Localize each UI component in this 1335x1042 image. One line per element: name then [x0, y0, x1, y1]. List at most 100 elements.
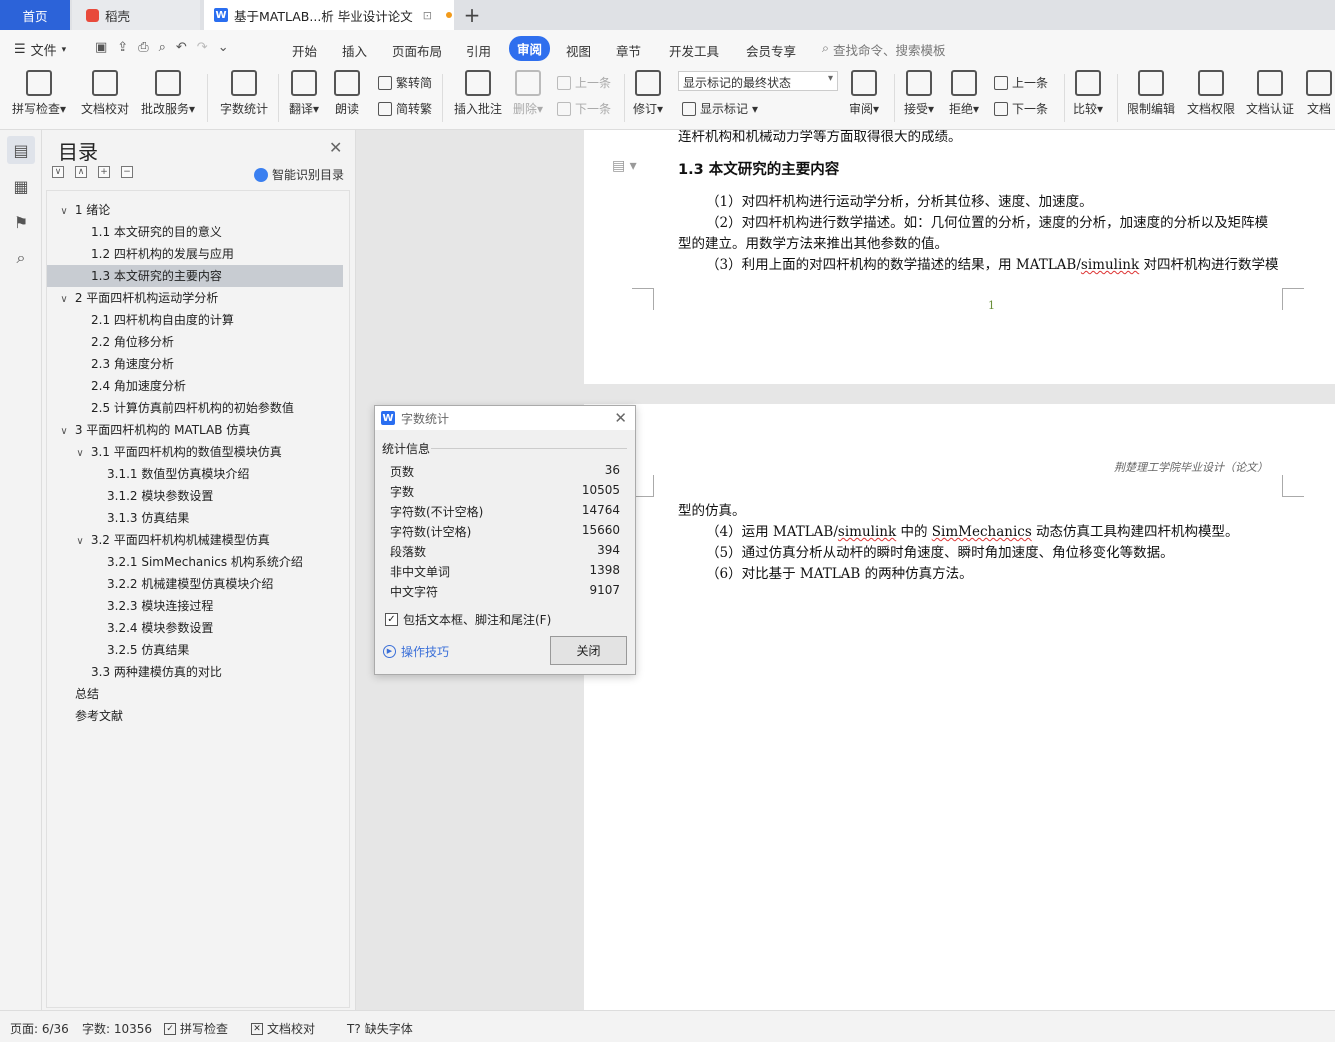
- next-change-button[interactable]: 下一条: [994, 100, 1048, 117]
- menu-chapter[interactable]: 章节: [616, 41, 641, 60]
- doc-permission-button[interactable]: 文档权限: [1187, 70, 1235, 117]
- spell-check-button[interactable]: 拼写检查▾: [12, 70, 66, 117]
- toc-item[interactable]: 3.2.3 模块连接过程: [47, 595, 343, 617]
- show-marks-button[interactable]: 显示标记 ▾: [682, 100, 758, 117]
- doc-cert-button[interactable]: 文档认证: [1246, 70, 1294, 117]
- paragraph-menu-icon[interactable]: ▤ ▾: [612, 158, 637, 174]
- chevron-down-icon[interactable]: ∨: [73, 531, 87, 553]
- prev-comment-button[interactable]: 上一条: [557, 74, 611, 91]
- toc-item[interactable]: ∨ 1 绪论: [47, 199, 343, 221]
- save-icon[interactable]: ▣: [95, 40, 107, 55]
- to-traditional-button[interactable]: 繁转简: [378, 74, 432, 91]
- to-simplified-button[interactable]: 简转繁: [378, 100, 432, 117]
- export-icon[interactable]: ⇪: [117, 40, 128, 55]
- close-button[interactable]: 关闭: [550, 636, 627, 665]
- toc-item[interactable]: 2.5 计算仿真前四杆机构的初始参数值: [47, 397, 343, 419]
- toc-item[interactable]: ∨ 3.2 平面四杆机构机械建模型仿真: [47, 529, 343, 551]
- tab-daoke[interactable]: 稻壳: [72, 0, 200, 30]
- toc-item[interactable]: 3.2.1 SimMechanics 机构系统介绍: [47, 551, 343, 573]
- menu-insert[interactable]: 插入: [342, 41, 367, 60]
- batch-service-button[interactable]: 批改服务▾: [141, 70, 195, 117]
- toc-item[interactable]: 2.2 角位移分析: [47, 331, 343, 353]
- word-count-button[interactable]: 字数统计: [220, 70, 268, 117]
- translate-button[interactable]: 翻译▾: [289, 70, 319, 117]
- tab-home[interactable]: 首页: [0, 0, 70, 30]
- document-page[interactable]: 连杆机构和机械动力学等方面取得很大的成绩。 1.3 本文研究的主要内容 （1）对…: [584, 130, 1335, 384]
- toc-item[interactable]: 3.1.3 仿真结果: [47, 507, 343, 529]
- reject-button[interactable]: 拒绝▾: [949, 70, 979, 117]
- command-search[interactable]: ⌕ 查找命令、搜索模板: [822, 40, 946, 59]
- toc-item[interactable]: 3.1.2 模块参数设置: [47, 485, 343, 507]
- more-icon[interactable]: ⌄: [218, 40, 229, 55]
- print-icon[interactable]: ⎙: [138, 40, 148, 55]
- tips-link[interactable]: ▶ 操作技巧: [383, 643, 449, 660]
- toc-item[interactable]: ∨ 3.1 平面四杆机构的数值型模块仿真: [47, 441, 343, 463]
- accept-button[interactable]: 接受▾: [904, 70, 934, 117]
- menu-start[interactable]: 开始: [292, 41, 317, 60]
- include-notes-checkbox[interactable]: ✓ 包括文本框、脚注和尾注(F): [385, 611, 551, 628]
- toc-item[interactable]: 3.3 两种建模仿真的对比: [47, 661, 343, 683]
- close-icon[interactable]: ✕: [329, 138, 342, 157]
- delete-comment-button[interactable]: 删除▾: [513, 70, 543, 117]
- tab-document[interactable]: W 基于MATLAB...析 毕业设计论文 ⊡: [204, 0, 454, 30]
- compare-button[interactable]: 比较▾: [1073, 70, 1103, 117]
- next-comment-button[interactable]: 下一条: [557, 100, 611, 117]
- close-icon[interactable]: ✕: [614, 409, 627, 427]
- chevron-down-icon[interactable]: ∨: [57, 201, 71, 223]
- search-icon[interactable]: ⌕: [7, 244, 35, 272]
- menu-review[interactable]: 审阅: [509, 36, 551, 61]
- toc-item[interactable]: 3.1.1 数值型仿真模块介绍: [47, 463, 343, 485]
- menu-developer[interactable]: 开发工具: [669, 41, 719, 60]
- toc-item[interactable]: 2.4 角加速度分析: [47, 375, 343, 397]
- document-page[interactable]: 荆楚理工学院毕业设计（论文） 型的仿真。 （4）运用 MATLAB/simuli…: [584, 404, 1335, 1010]
- status-doc-proof[interactable]: ✕ 文档校对: [251, 1020, 315, 1037]
- menu-member[interactable]: 会员专享: [746, 41, 796, 60]
- redo-icon[interactable]: ↷: [197, 40, 208, 55]
- chevron-down-icon[interactable]: ∨: [57, 421, 71, 443]
- toc-item[interactable]: 1.1 本文研究的目的意义: [47, 221, 343, 243]
- toc-item[interactable]: 总结: [47, 683, 343, 705]
- expand-all-icon[interactable]: ∧: [75, 166, 87, 178]
- new-tab-button[interactable]: +: [460, 0, 484, 30]
- toc-item[interactable]: 3.2.5 仿真结果: [47, 639, 343, 661]
- undo-icon[interactable]: ↶: [176, 40, 187, 55]
- prev-change-button[interactable]: 上一条: [994, 74, 1048, 91]
- toc-item[interactable]: 1.3 本文研究的主要内容: [47, 265, 343, 287]
- screen-icon[interactable]: ⊡: [423, 9, 432, 22]
- menu-view[interactable]: 视图: [566, 41, 591, 60]
- chevron-down-icon[interactable]: ∨: [57, 289, 71, 311]
- add-heading-icon[interactable]: +: [98, 166, 110, 178]
- bookmark-icon[interactable]: ⚑: [7, 208, 35, 236]
- mark-state-select[interactable]: 显示标记的最终状态: [678, 71, 838, 91]
- collapse-all-icon[interactable]: ∨: [52, 166, 64, 178]
- read-aloud-button[interactable]: 朗读: [334, 70, 360, 117]
- status-spell-check[interactable]: ✓ 拼写检查: [164, 1020, 228, 1037]
- chevron-down-icon[interactable]: ∨: [73, 443, 87, 465]
- menu-page-layout[interactable]: 页面布局: [392, 41, 442, 60]
- toc-rail-icon[interactable]: ▤: [7, 136, 35, 164]
- toc-item[interactable]: ∨ 3 平面四杆机构的 MATLAB 仿真: [47, 419, 343, 441]
- toc-item[interactable]: 2.1 四杆机构自由度的计算: [47, 309, 343, 331]
- remove-heading-icon[interactable]: −: [121, 166, 133, 178]
- toc-item[interactable]: 3.2.2 机械建模型仿真模块介绍: [47, 573, 343, 595]
- toc-item[interactable]: ∨ 2 平面四杆机构运动学分析: [47, 287, 343, 309]
- doc-more-button[interactable]: 文档: [1306, 70, 1332, 117]
- revise-button[interactable]: 修订▾: [633, 70, 663, 117]
- toc-item[interactable]: 3.2.4 模块参数设置: [47, 617, 343, 639]
- insert-comment-button[interactable]: 插入批注: [454, 70, 502, 117]
- doc-proof-button[interactable]: 文档校对: [81, 70, 129, 117]
- toc-item[interactable]: 2.3 角速度分析: [47, 353, 343, 375]
- menu-reference[interactable]: 引用: [466, 41, 491, 60]
- restrict-edit-button[interactable]: 限制编辑: [1127, 70, 1175, 117]
- page-indicator[interactable]: 页面: 6/36: [10, 1020, 69, 1037]
- toc-item[interactable]: 参考文献: [47, 705, 343, 727]
- word-indicator[interactable]: 字数: 10356: [82, 1020, 152, 1037]
- toc-item[interactable]: 1.2 四杆机构的发展与应用: [47, 243, 343, 265]
- review-pane-button[interactable]: 审阅▾: [849, 70, 879, 117]
- dialog-titlebar[interactable]: W 字数统计: [375, 406, 635, 430]
- status-missing-font[interactable]: T? 缺失字体: [347, 1020, 413, 1037]
- chapter-rail-icon[interactable]: ▦: [7, 172, 35, 200]
- file-menu[interactable]: ☰ 文件 ▾: [14, 40, 66, 59]
- preview-icon[interactable]: ⌕: [159, 40, 166, 55]
- smart-toc-button[interactable]: 智能识别目录: [254, 166, 344, 183]
